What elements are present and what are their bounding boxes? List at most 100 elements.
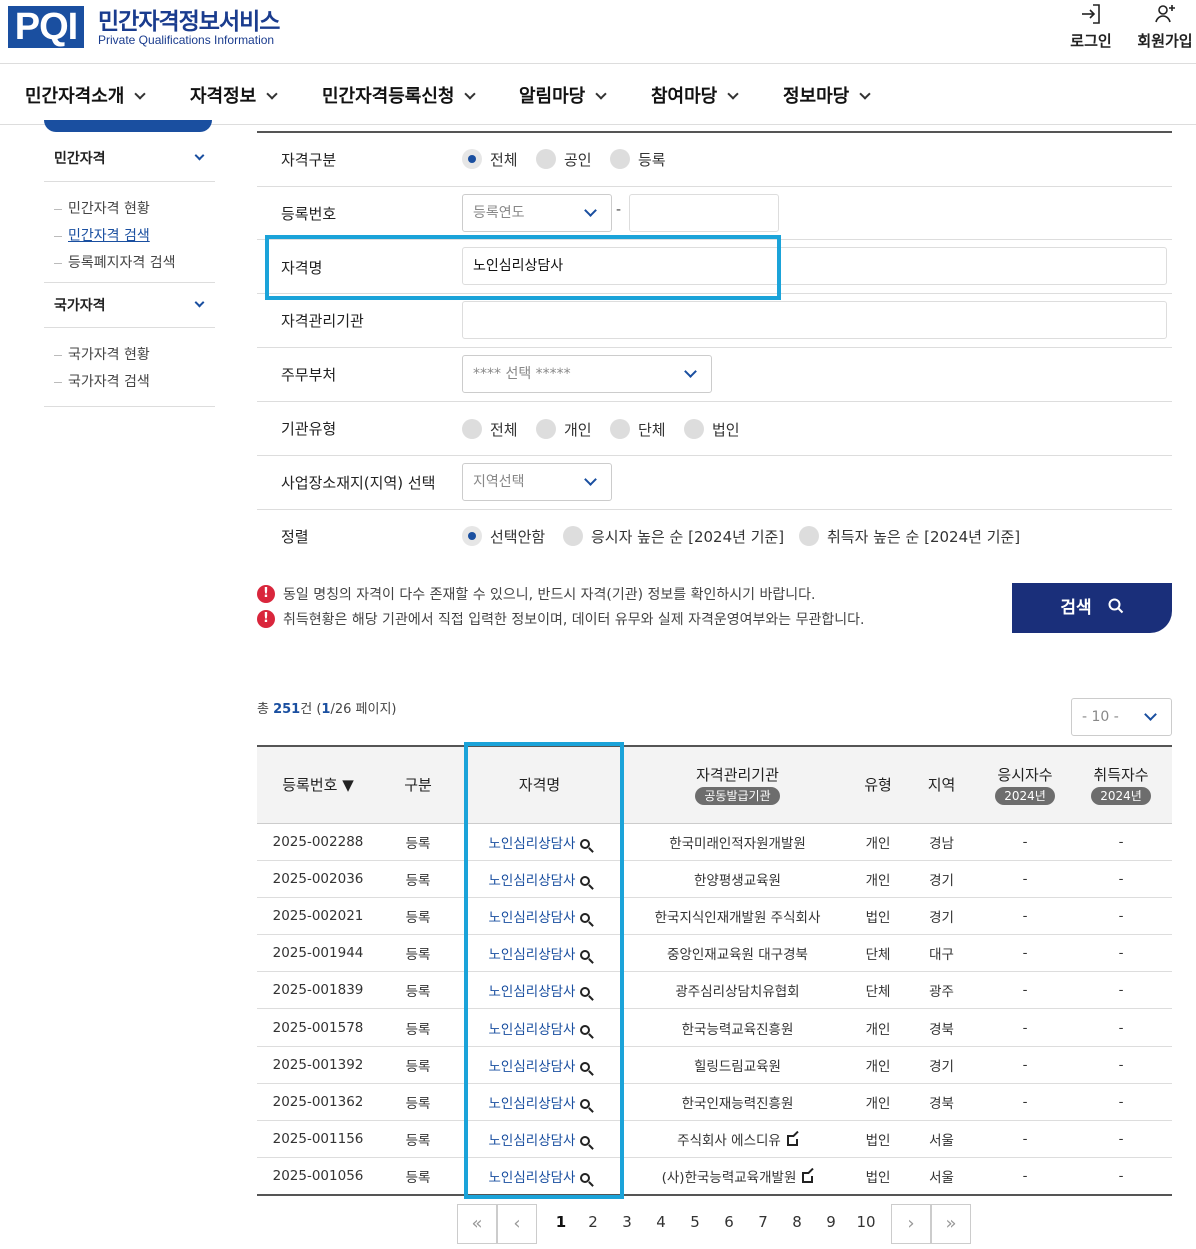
cell-reg-no: 2025-001362 xyxy=(257,1083,379,1122)
chevron-down-icon xyxy=(266,88,278,100)
cell-applicants: - xyxy=(980,1157,1070,1196)
logo[interactable]: PQI xyxy=(8,6,84,48)
name-column-highlight xyxy=(464,742,624,1199)
cell-applicants: - xyxy=(980,1083,1070,1122)
cell-category: 등록 xyxy=(379,823,457,861)
per-page-select[interactable]: - 10 - xyxy=(1071,698,1172,736)
page-4-link[interactable]: 4 xyxy=(651,1213,671,1231)
radio-category-all[interactable]: 전체 xyxy=(462,148,518,171)
chevron-down-icon xyxy=(134,88,147,100)
total-count: 251 xyxy=(273,702,301,717)
region-label: 사업장소재지(지역) 선택 xyxy=(281,474,436,492)
th-reg-no[interactable]: 등록번호 ▼ xyxy=(257,745,379,824)
region-select[interactable]: 지역선택 xyxy=(462,463,612,501)
nav-item-participation[interactable]: 참여마당 xyxy=(651,82,739,108)
cell-region: 경남 xyxy=(903,823,980,861)
signup-label: 회원가입 xyxy=(1137,32,1193,50)
sidebar-head-national[interactable]: 국가자격 xyxy=(44,282,215,328)
page-1-link[interactable]: 1 xyxy=(551,1213,571,1231)
cell-category: 등록 xyxy=(379,1157,457,1196)
table-row: 2025-002036 등록 노인심리상담사 한양평생교육원 개인 경기 - - xyxy=(257,860,1172,898)
cell-acquirers: - xyxy=(1070,1046,1172,1084)
cell-agency: 주식회사 에스디유 xyxy=(622,1120,853,1159)
page-6-link[interactable]: 6 xyxy=(719,1213,739,1231)
signup-button[interactable]: 회원가입 xyxy=(1135,2,1195,51)
sidebar-link-private-status[interactable]: 민간자격 현황 xyxy=(54,198,150,218)
radio-org-all[interactable]: 전체 xyxy=(462,418,518,441)
page-7-link[interactable]: 7 xyxy=(753,1213,773,1231)
nav-item-notice[interactable]: 알림마당 xyxy=(519,82,607,108)
form-row-region: 사업장소재지(지역) 선택 지역선택 xyxy=(257,456,1172,510)
nav-item-register[interactable]: 민간자격등록신청 xyxy=(322,82,477,108)
cell-agency: 한양평생교육원 xyxy=(622,860,853,898)
cell-region: 경북 xyxy=(903,1008,980,1047)
page-8-link[interactable]: 8 xyxy=(787,1213,807,1231)
page-10-link[interactable]: 10 xyxy=(855,1213,877,1231)
radio-org-individual[interactable]: 개인 xyxy=(536,418,592,441)
cell-category: 등록 xyxy=(379,860,457,898)
radio-sort-acquirers[interactable]: 취득자 높은 순 [2024년 기준] xyxy=(799,525,1020,548)
first-page-button[interactable]: « xyxy=(457,1204,497,1244)
notice-acquisition: ! 취득현황은 해당 기관에서 직접 입력한 정보이며, 데이터 유무와 실제 자… xyxy=(257,609,864,629)
th-acquirers: 취득자수 2024년 xyxy=(1070,745,1172,824)
reg-no-input[interactable] xyxy=(629,194,779,232)
page-5-link[interactable]: 5 xyxy=(685,1213,705,1231)
cell-category: 등록 xyxy=(379,1083,457,1122)
sidebar-link-national-search[interactable]: 국가자격 검색 xyxy=(54,371,150,391)
radio-dot xyxy=(610,148,630,169)
page-3-link[interactable]: 3 xyxy=(617,1213,637,1231)
table-row: 2025-001392 등록 노인심리상담사 힐링드림교육원 개인 경기 - - xyxy=(257,1046,1172,1084)
next-page-button[interactable]: › xyxy=(891,1204,931,1244)
nav-item-intro[interactable]: 민간자격소개 xyxy=(25,82,147,108)
table-row: 2025-001156 등록 노인심리상담사 주식회사 에스디유 법인 서울 - - xyxy=(257,1120,1172,1159)
table-row: 2025-001056 등록 노인심리상담사 (사)한국능력교육개발원 법인 서울 - - xyxy=(257,1157,1172,1196)
radio-sort-none[interactable]: 선택안함 xyxy=(462,525,545,548)
site-subtitle: Private Qualifications Information xyxy=(98,33,275,47)
cell-agency: 한국인재능력진흥원 xyxy=(622,1083,853,1122)
nav-item-information[interactable]: 정보마당 xyxy=(783,82,871,108)
cell-acquirers: - xyxy=(1070,971,1172,1010)
cell-region: 서울 xyxy=(903,1120,980,1159)
sidebar-head-private[interactable]: 민간자격 xyxy=(44,136,215,182)
agency-label: 자격관리기관 xyxy=(281,312,364,330)
cell-type: 법인 xyxy=(853,1120,903,1159)
search-button[interactable]: 검색 xyxy=(1012,583,1172,633)
ministry-select[interactable]: **** 선택 ***** xyxy=(462,355,712,393)
last-page-button[interactable]: » xyxy=(931,1204,971,1244)
agency-input[interactable] xyxy=(462,301,1167,339)
radio-org-corporation[interactable]: 법인 xyxy=(684,418,740,441)
year-badge: 2024년 xyxy=(1091,786,1151,805)
cell-reg-no: 2025-002288 xyxy=(257,823,379,861)
table-row: 2025-001362 등록 노인심리상담사 한국인재능력진흥원 개인 경북 - - xyxy=(257,1083,1172,1122)
th-agency: 자격관리기관 공동발급기관 xyxy=(622,745,853,824)
cell-acquirers: - xyxy=(1070,934,1172,973)
radio-dot xyxy=(563,525,583,546)
radio-org-group[interactable]: 단체 xyxy=(610,418,666,441)
nav-label: 자격정보 xyxy=(190,86,257,107)
page-9-link[interactable]: 9 xyxy=(821,1213,841,1231)
user-add-icon xyxy=(1155,5,1175,23)
external-link-icon[interactable] xyxy=(802,1170,816,1184)
table-row: 2025-001578 등록 노인심리상담사 한국능력교육진흥원 개인 경북 - - xyxy=(257,1008,1172,1047)
reg-year-select[interactable]: 등록연도 xyxy=(462,194,612,232)
sidebar-link-revoked-search[interactable]: 등록폐지자격 검색 xyxy=(54,252,176,272)
chevron-down-icon xyxy=(584,204,597,217)
cell-applicants: - xyxy=(980,934,1070,973)
external-link-icon[interactable] xyxy=(786,1133,800,1147)
page-2-link[interactable]: 2 xyxy=(583,1213,603,1231)
prev-page-button[interactable]: ‹ xyxy=(497,1204,537,1244)
radio-sort-applicants[interactable]: 응시자 높은 순 [2024년 기준] xyxy=(563,525,784,548)
cell-acquirers: - xyxy=(1070,823,1172,861)
sidebar-link-national-status[interactable]: 국가자격 현황 xyxy=(54,344,150,364)
nav-label: 정보마당 xyxy=(783,86,850,107)
radio-category-certified[interactable]: 공인 xyxy=(536,148,592,171)
cell-type: 개인 xyxy=(853,1083,903,1122)
form-row-reg-no: 등록번호 등록연도 - xyxy=(257,187,1172,240)
nav-item-info[interactable]: 자격정보 xyxy=(190,82,278,108)
sidebar-link-private-search[interactable]: 민간자격 검색 xyxy=(54,225,150,245)
radio-dot xyxy=(684,418,704,439)
table-row: 2025-002021 등록 노인심리상담사 한국지식인재개발원 주식회사 법인 경기 - - xyxy=(257,897,1172,936)
login-button[interactable]: 로그인 xyxy=(1061,2,1121,51)
radio-category-registered[interactable]: 등록 xyxy=(610,148,666,171)
site-title[interactable]: 민간자격정보서비스 xyxy=(98,2,280,36)
